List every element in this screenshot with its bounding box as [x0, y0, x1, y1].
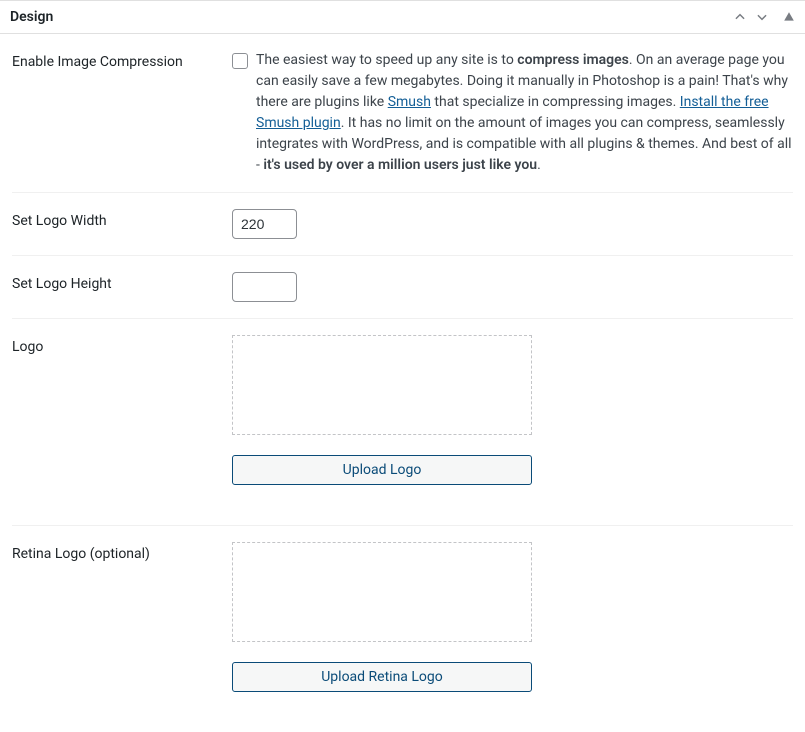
logo-height-label: Set Logo Height	[12, 272, 232, 302]
row-logo: Logo Upload Logo	[12, 319, 793, 526]
upload-retina-logo-button[interactable]: Upload Retina Logo	[232, 662, 532, 692]
logo-preview	[232, 335, 532, 435]
logo-width-label: Set Logo Width	[12, 209, 232, 239]
row-enable-compression: Enable Image Compression The easiest way…	[12, 34, 793, 193]
row-logo-height: Set Logo Height	[12, 256, 793, 319]
collapse-toggle-icon[interactable]	[783, 11, 795, 23]
panel-title: Design	[10, 9, 53, 25]
panel-controls	[733, 10, 795, 24]
compression-checkbox[interactable]	[232, 53, 248, 69]
panel-header: Design	[0, 1, 805, 34]
smush-link[interactable]: Smush	[388, 94, 431, 110]
logo-width-input[interactable]	[232, 209, 297, 239]
retina-logo-label: Retina Logo (optional)	[12, 542, 232, 692]
compression-label: Enable Image Compression	[12, 50, 232, 176]
upload-logo-button[interactable]: Upload Logo	[232, 455, 532, 485]
logo-height-input[interactable]	[232, 272, 297, 302]
retina-logo-preview	[232, 542, 532, 642]
row-logo-width: Set Logo Width	[12, 193, 793, 256]
compression-description: The easiest way to speed up any site is …	[256, 50, 793, 176]
design-panel: Design Enable Image Compression The easi…	[0, 0, 805, 732]
panel-body: Enable Image Compression The easiest way…	[0, 34, 805, 732]
move-up-icon[interactable]	[733, 10, 747, 24]
row-retina-logo: Retina Logo (optional) Upload Retina Log…	[12, 526, 793, 732]
logo-label: Logo	[12, 335, 232, 485]
move-down-icon[interactable]	[755, 10, 769, 24]
